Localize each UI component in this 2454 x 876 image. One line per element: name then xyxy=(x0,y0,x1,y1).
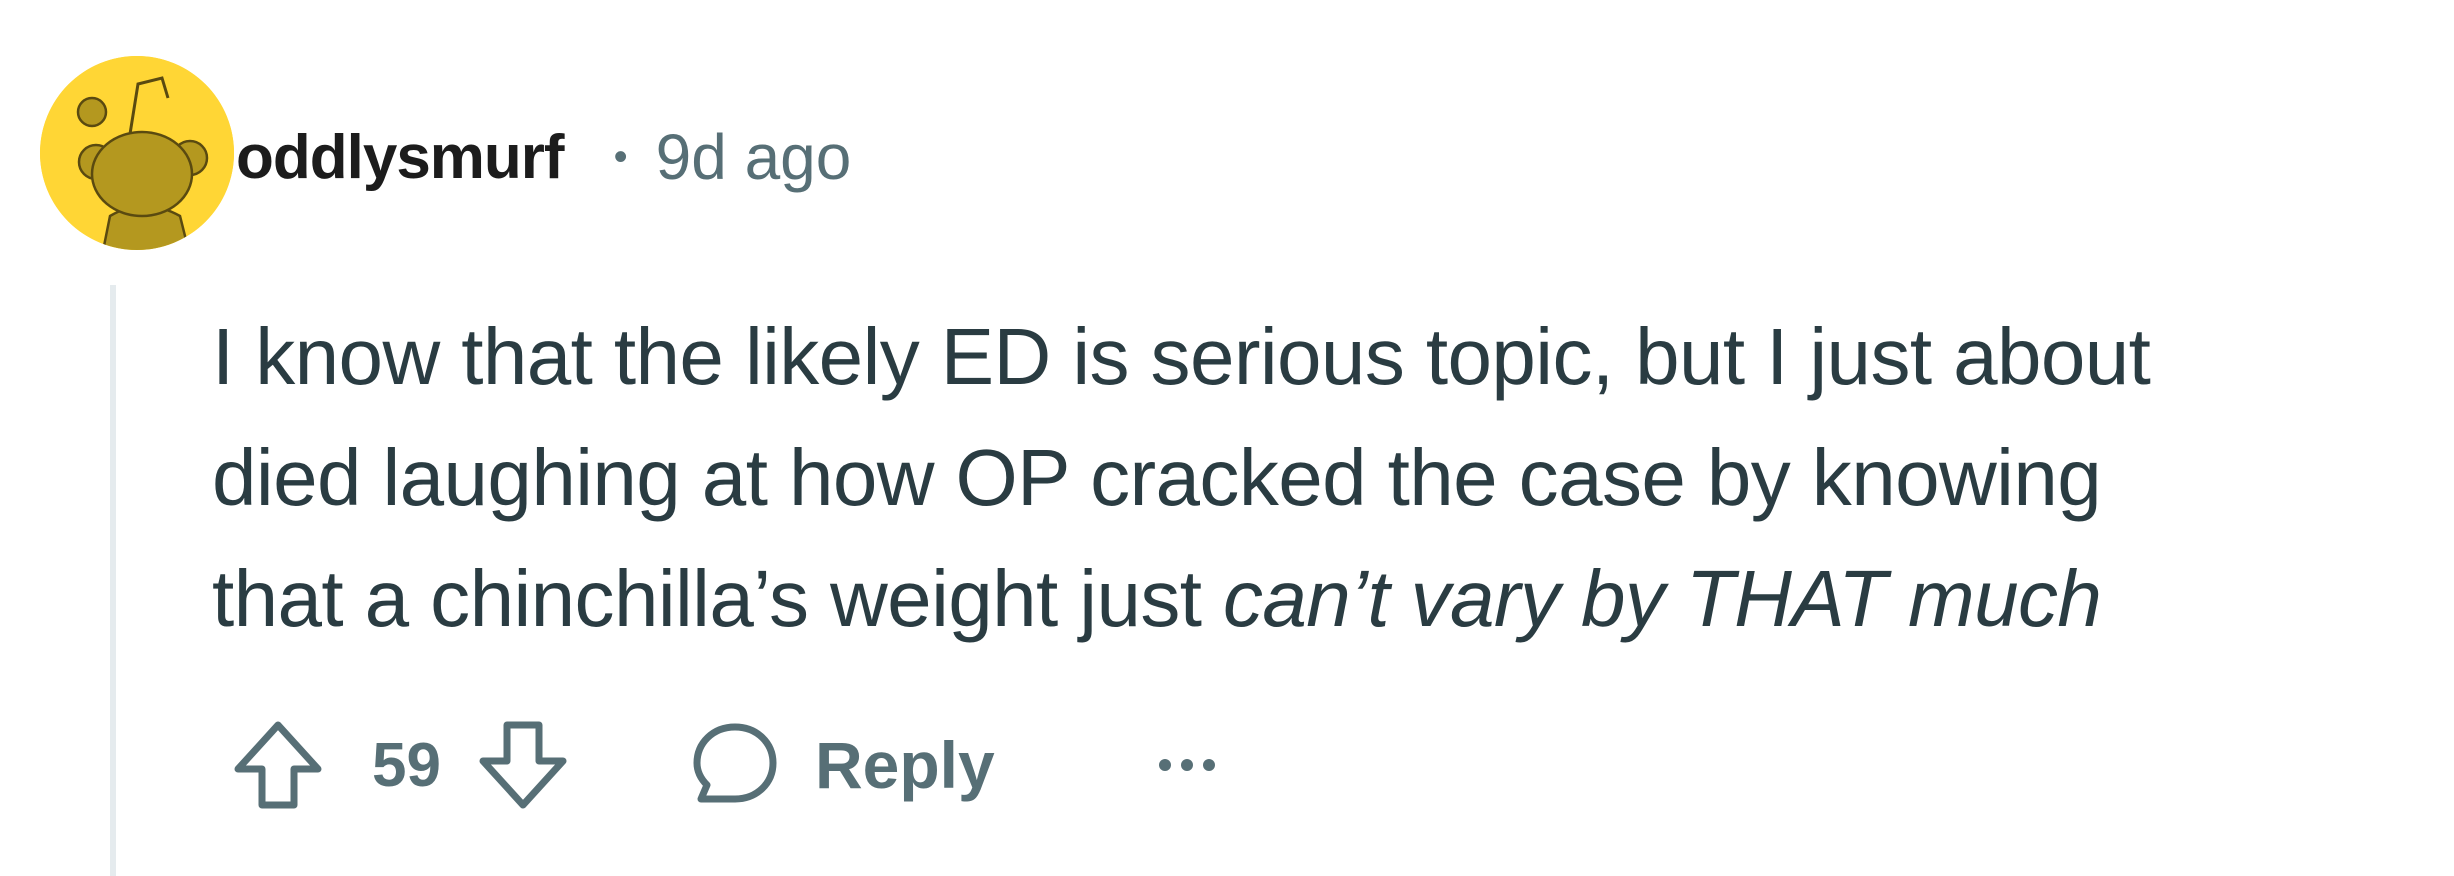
avatar[interactable] xyxy=(40,56,234,250)
snoo-avatar-icon xyxy=(40,56,234,250)
more-options-button[interactable] xyxy=(1155,753,1219,777)
comment-meta: oddlysmurf • 9d ago xyxy=(236,112,851,202)
reply-button[interactable]: Reply xyxy=(689,719,995,811)
upvote-button[interactable] xyxy=(232,715,324,815)
comment-body-line: I know that the likely ED is serious top… xyxy=(212,312,2151,401)
username[interactable]: oddlysmurf xyxy=(236,122,565,193)
reply-label: Reply xyxy=(814,728,995,802)
comment-body: I know that the likely ED is serious top… xyxy=(212,296,2412,659)
downvote-button[interactable] xyxy=(477,715,569,815)
upvote-arrow-icon xyxy=(234,721,322,809)
vote-count: 59 xyxy=(372,730,441,800)
comment-body-line: that a chinchilla’s weight just can’t va… xyxy=(212,538,2412,659)
comment: oddlysmurf • 9d ago I know that the like… xyxy=(0,0,2454,876)
comment-actions: 59 Reply xyxy=(232,715,1219,815)
timestamp[interactable]: 9d ago xyxy=(656,120,852,194)
meta-separator: • xyxy=(613,134,628,179)
downvote-arrow-icon xyxy=(479,721,567,809)
speech-bubble-icon xyxy=(693,723,777,803)
comment-body-emphasis: can’t vary by THAT much xyxy=(1223,554,2102,643)
more-options-icon xyxy=(1158,759,1215,771)
thread-line[interactable] xyxy=(110,285,116,876)
comment-body-text: that a chinchilla’s weight just xyxy=(212,554,1223,643)
comment-body-line: died laughing at how OP cracked the case… xyxy=(212,433,2102,522)
